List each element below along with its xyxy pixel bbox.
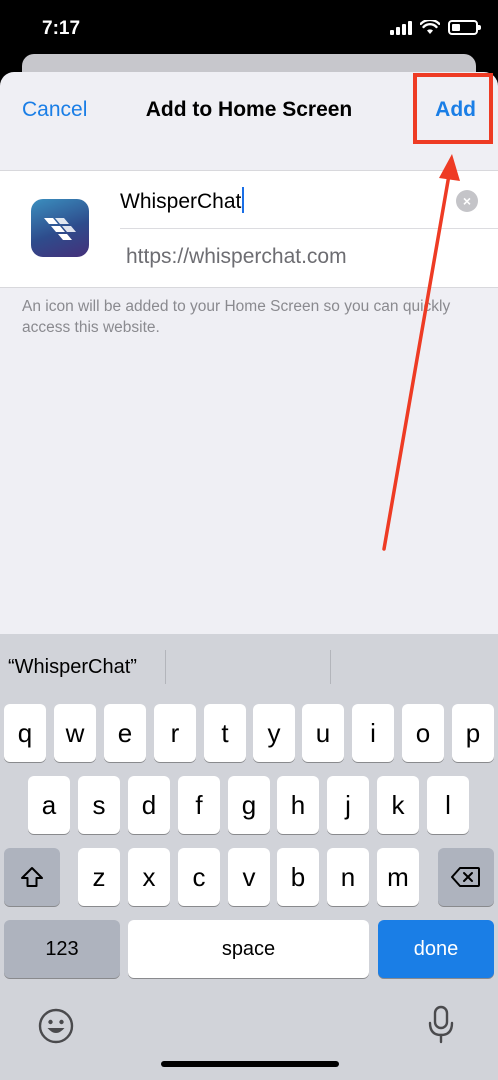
key-y[interactable]: y — [253, 704, 295, 762]
wifi-icon — [420, 20, 440, 34]
done-key[interactable]: done — [378, 920, 494, 978]
url-text: https://whisperchat.com — [126, 245, 347, 268]
suggestion-divider — [165, 650, 166, 684]
key-t[interactable]: t — [204, 704, 246, 762]
bookmark-form: WhisperChat × https://whisperchat.com — [0, 170, 498, 288]
status-bar: 7:17 — [0, 0, 498, 60]
key-u[interactable]: u — [302, 704, 344, 762]
suggestion-divider — [330, 650, 331, 684]
whisperchat-logo-icon — [44, 218, 76, 240]
hint-text: An icon will be added to your Home Scree… — [22, 298, 451, 336]
suggestion-item[interactable]: “WhisperChat” — [8, 656, 137, 679]
key-c[interactable]: c — [178, 848, 220, 906]
key-a[interactable]: a — [28, 776, 70, 834]
key-b[interactable]: b — [277, 848, 319, 906]
shift-icon — [21, 867, 43, 887]
battery-icon — [448, 20, 481, 35]
numbers-key[interactable]: 123 — [4, 920, 120, 978]
name-input[interactable]: WhisperChat — [120, 187, 245, 214]
key-k[interactable]: k — [377, 776, 419, 834]
key-x[interactable]: x — [128, 848, 170, 906]
suggestion-bar: “WhisperChat” — [0, 634, 498, 700]
delete-key[interactable] — [438, 848, 494, 906]
key-w[interactable]: w — [54, 704, 96, 762]
key-f[interactable]: f — [178, 776, 220, 834]
key-l[interactable]: l — [427, 776, 469, 834]
name-field-row: WhisperChat × — [120, 171, 498, 229]
key-g[interactable]: g — [228, 776, 270, 834]
space-key[interactable]: space — [128, 920, 369, 978]
status-icons — [390, 20, 481, 35]
app-icon — [31, 199, 89, 257]
key-i[interactable]: i — [352, 704, 394, 762]
clear-text-button[interactable]: × — [456, 190, 478, 212]
emoji-icon[interactable] — [37, 1007, 75, 1045]
key-q[interactable]: q — [4, 704, 46, 762]
key-s[interactable]: s — [78, 776, 120, 834]
key-v[interactable]: v — [228, 848, 270, 906]
cellular-signal-icon — [390, 20, 412, 35]
page-title: Add to Home Screen — [145, 98, 353, 121]
key-z[interactable]: z — [78, 848, 120, 906]
name-input-value: WhisperChat — [120, 190, 242, 213]
key-d[interactable]: d — [128, 776, 170, 834]
status-time: 7:17 — [42, 18, 81, 39]
key-p[interactable]: p — [452, 704, 494, 762]
key-m[interactable]: m — [377, 848, 419, 906]
add-button[interactable]: Add — [435, 98, 476, 122]
key-r[interactable]: r — [154, 704, 196, 762]
key-h[interactable]: h — [277, 776, 319, 834]
shift-key[interactable] — [4, 848, 60, 906]
backspace-icon — [451, 867, 480, 887]
microphone-icon[interactable] — [425, 1004, 457, 1046]
key-o[interactable]: o — [402, 704, 444, 762]
key-n[interactable]: n — [327, 848, 369, 906]
nav-bar: Cancel Add to Home Screen Add — [0, 72, 498, 148]
text-caret — [242, 187, 245, 213]
key-j[interactable]: j — [327, 776, 369, 834]
key-e[interactable]: e — [104, 704, 146, 762]
keyboard: “WhisperChat” q w e r t y u i o p a s d … — [0, 634, 498, 1080]
home-indicator — [161, 1061, 339, 1067]
